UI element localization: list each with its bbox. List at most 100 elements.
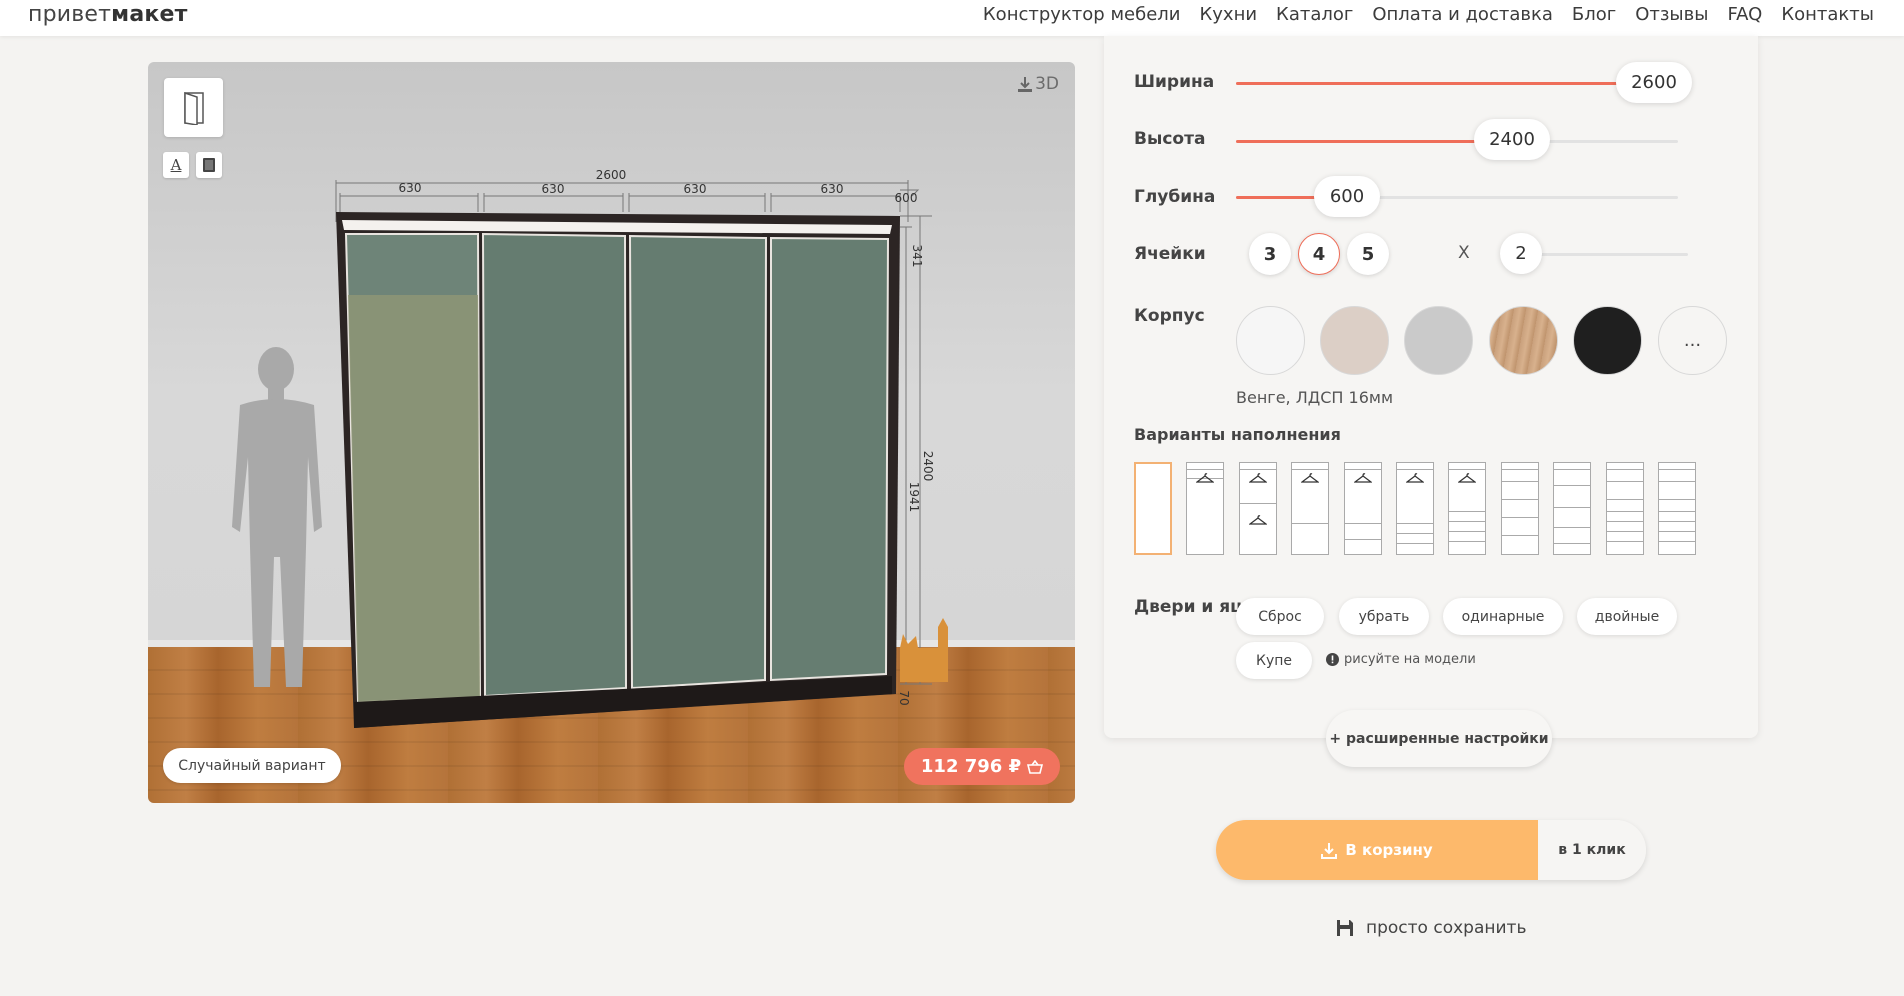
- dimension-section-4: 630: [821, 182, 844, 196]
- height-slider-track[interactable]: [1236, 140, 1678, 143]
- logo-bold-text: макет: [111, 2, 188, 27]
- body-label: Корпус: [1134, 306, 1205, 326]
- doors-double-button[interactable]: двойные: [1577, 598, 1677, 635]
- width-label: Ширина: [1134, 72, 1215, 92]
- add-to-cart-button[interactable]: В корзину: [1216, 820, 1538, 880]
- wardrobe-3d-viewer[interactable]: 2600 630 630 630 630 600 341 2400 1941 7…: [148, 62, 1075, 803]
- filling-variant-4[interactable]: [1291, 462, 1330, 555]
- filling-variant-7[interactable]: [1448, 462, 1487, 555]
- shelf-line: [1659, 469, 1695, 470]
- filling-variant-3[interactable]: [1238, 462, 1277, 555]
- shelf-line: [1344, 539, 1381, 540]
- cells-option-3[interactable]: 3: [1249, 233, 1291, 275]
- doors-single-button[interactable]: одинарные: [1443, 598, 1563, 635]
- width-slider-thumb[interactable]: 2600: [1616, 62, 1692, 103]
- shelf-line: [1606, 499, 1643, 500]
- nav-link-blog[interactable]: Блог: [1572, 4, 1616, 25]
- shelf-line: [1501, 469, 1538, 470]
- nav-link-reviews[interactable]: Отзывы: [1635, 4, 1708, 25]
- shelf-line: [1449, 531, 1486, 532]
- wardrobe-model[interactable]: 2600 630 630 630 630 600 341 2400 1941 7…: [148, 62, 1075, 803]
- shelf-line: [1397, 533, 1433, 534]
- filling-label: Варианты наполнения: [1134, 425, 1341, 444]
- dimension-inner-height: 1941: [907, 482, 921, 513]
- text-a-icon: A: [170, 156, 182, 174]
- shelf-line: [1554, 543, 1591, 544]
- width-slider-fill: [1236, 82, 1618, 85]
- doors-remove-button[interactable]: убрать: [1339, 598, 1429, 635]
- filling-variant-2[interactable]: [1186, 462, 1225, 555]
- width-slider-track[interactable]: [1236, 82, 1678, 85]
- shelf-line: [1554, 469, 1591, 470]
- order-buttons: В корзину в 1 клик: [1216, 820, 1646, 880]
- filling-variant-11[interactable]: [1658, 462, 1696, 555]
- body-swatch-white[interactable]: [1236, 306, 1305, 375]
- nav-link-furniture-constructor[interactable]: Конструктор мебели: [983, 4, 1181, 25]
- one-click-buy-button[interactable]: в 1 клик: [1538, 820, 1646, 880]
- body-more-colors-button[interactable]: ...: [1658, 306, 1727, 375]
- dimensions-text-button[interactable]: A: [163, 152, 189, 178]
- filling-variant-8[interactable]: [1500, 462, 1539, 555]
- shelf-line: [1554, 485, 1591, 486]
- nav-link-faq[interactable]: FAQ: [1727, 4, 1762, 25]
- height-slider-thumb[interactable]: 2400: [1474, 119, 1550, 160]
- body-swatch-grey[interactable]: [1404, 306, 1473, 375]
- hanger-icon: [1458, 473, 1477, 483]
- nav-link-kitchens[interactable]: Кухни: [1199, 4, 1257, 25]
- height-slider-fill: [1236, 140, 1476, 143]
- depth-slider-thumb[interactable]: 600: [1314, 176, 1380, 217]
- nav-link-payment-delivery[interactable]: Оплата и доставка: [1372, 4, 1553, 25]
- shelf-line: [1344, 469, 1381, 470]
- dimension-section-3: 630: [684, 182, 707, 196]
- body-swatch-black[interactable]: [1573, 306, 1642, 375]
- rows-slider-thumb[interactable]: 2: [1500, 233, 1542, 274]
- depth-slider-fill: [1236, 196, 1326, 199]
- shelf-line: [1554, 527, 1591, 528]
- cells-option-5[interactable]: 5: [1347, 233, 1389, 275]
- toggle-doors-button[interactable]: [164, 78, 223, 137]
- shelf-line: [1501, 481, 1538, 482]
- download-3d-button[interactable]: 3D: [1017, 74, 1059, 94]
- shelf-line: [1397, 543, 1433, 544]
- filling-variant-1[interactable]: [1134, 462, 1172, 555]
- body-swatch-beige[interactable]: [1320, 306, 1389, 375]
- shelf-line: [1659, 541, 1695, 542]
- cat-height-ruler: [900, 618, 948, 682]
- save-button[interactable]: просто сохранить: [1336, 918, 1526, 938]
- filling-variant-9[interactable]: [1553, 462, 1592, 555]
- cells-x-label: X: [1458, 243, 1470, 263]
- shelf-line: [1501, 517, 1538, 518]
- shelf-line: [1554, 507, 1591, 508]
- shelf-line: [1239, 469, 1276, 470]
- price-button[interactable]: 112 796 ₽: [904, 748, 1060, 785]
- shelf-line: [1187, 469, 1224, 470]
- doors-hint-text: рисуйте на модели: [1344, 652, 1476, 667]
- shelf-line: [1501, 535, 1538, 536]
- shelf-line: [1449, 511, 1486, 512]
- body-swatch-oak[interactable]: [1489, 306, 1558, 375]
- nav-link-contacts[interactable]: Контакты: [1781, 4, 1874, 25]
- depth-slider-track[interactable]: [1236, 196, 1678, 199]
- nav-link-catalog[interactable]: Каталог: [1276, 4, 1353, 25]
- filling-variant-6[interactable]: [1396, 462, 1434, 555]
- shelf-line: [1659, 481, 1695, 482]
- random-variant-button[interactable]: Случайный вариант: [163, 748, 341, 783]
- doors-reset-button[interactable]: Сброс: [1236, 598, 1324, 635]
- add-to-cart-label: В корзину: [1345, 841, 1433, 859]
- filling-variant-5[interactable]: [1343, 462, 1382, 555]
- advanced-settings-button[interactable]: + расширенные настройки: [1326, 710, 1552, 767]
- shelf-line: [1449, 521, 1486, 522]
- top-navigation-bar: приветмакет Конструктор мебели Кухни Кат…: [0, 0, 1904, 36]
- logo[interactable]: приветмакет: [28, 2, 188, 27]
- hanger-icon: [1248, 515, 1267, 525]
- shelf-line: [1501, 499, 1538, 500]
- height-label: Высота: [1134, 129, 1206, 149]
- shelf-line: [1659, 531, 1695, 532]
- texture-toggle-button[interactable]: [196, 152, 222, 178]
- cells-option-4[interactable]: 4: [1298, 233, 1340, 275]
- filling-variant-10[interactable]: [1605, 462, 1644, 555]
- doors-coupe-button[interactable]: Купе: [1236, 642, 1312, 679]
- door-icon: [183, 91, 204, 125]
- depth-label: Глубина: [1134, 187, 1216, 207]
- hanger-icon: [1353, 473, 1372, 483]
